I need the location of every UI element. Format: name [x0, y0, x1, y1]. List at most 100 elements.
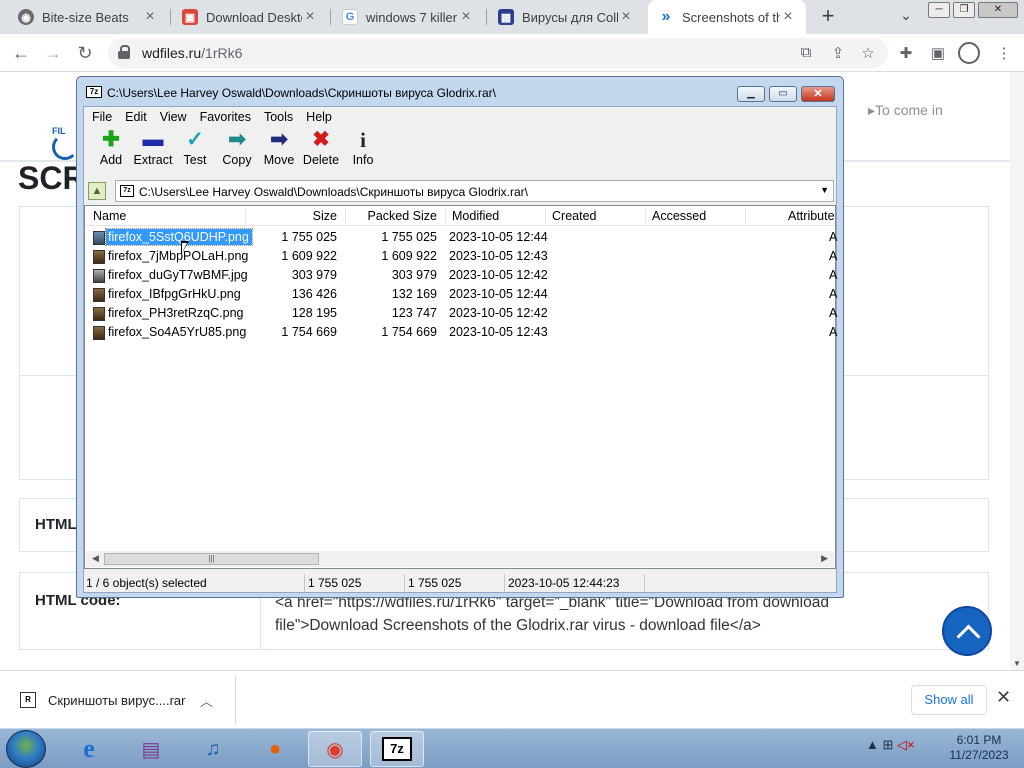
tab-bite-size-beats[interactable]: ◉ Bite-size Beats ×: [8, 0, 168, 34]
scroll-to-top-button[interactable]: [942, 606, 992, 656]
internet-explorer-icon[interactable]: e: [62, 731, 116, 767]
file-row[interactable]: firefox_PH3retRzqC.png 128 195 123 747 2…: [85, 304, 837, 323]
sevenzip-minimize-button[interactable]: ▁: [737, 86, 765, 102]
reload-icon[interactable]: ↻: [72, 40, 98, 66]
sevenzip-taskbar-item[interactable]: 7z: [370, 731, 424, 767]
start-button-windows-icon[interactable]: [6, 730, 46, 768]
winrar-icon[interactable]: ▤: [124, 731, 178, 767]
file-row[interactable]: firefox_So4A5YrU85.png 1 754 669 1 754 6…: [85, 323, 837, 342]
tab-viruses-collab[interactable]: ▦ Вирусы для Colla ×: [488, 0, 644, 34]
url-text: wdfiles.ru/1rRk6: [142, 45, 243, 61]
tab-windows-7-killer[interactable]: G windows 7 killer d ×: [332, 0, 484, 34]
firefox-icon[interactable]: ●: [248, 731, 302, 767]
chevron-up-icon[interactable]: ︿: [200, 691, 213, 710]
scroll-down-arrow-icon[interactable]: ▼: [1013, 659, 1021, 668]
menu-view[interactable]: View: [160, 110, 187, 124]
copy-button[interactable]: ➡ Copy: [216, 127, 258, 175]
profile-avatar-icon[interactable]: [958, 42, 980, 64]
column-size[interactable]: Size: [245, 209, 337, 225]
forward-arrow-icon[interactable]: →: [40, 40, 66, 66]
tab-search-chevron-icon[interactable]: ⌄: [896, 7, 916, 27]
tab-close-icon[interactable]: ×: [618, 8, 634, 26]
rar-file-icon: R: [20, 692, 36, 708]
dropdown-arrow-icon[interactable]: ▼: [820, 185, 829, 195]
delete-x-icon: ✖: [312, 128, 330, 151]
scroll-left-arrow-icon[interactable]: ◀: [92, 553, 99, 564]
move-button[interactable]: ➡ Move: [258, 127, 300, 175]
test-button[interactable]: ✓ Test: [174, 127, 216, 175]
download-item[interactable]: R Скриншоты вирус....rar ︿: [6, 675, 236, 725]
scroll-right-arrow-icon[interactable]: ▶: [821, 553, 828, 564]
side-panel-icon[interactable]: ▣: [928, 44, 948, 64]
bookmark-star-icon[interactable]: ☆: [858, 44, 878, 64]
hscroll-thumb[interactable]: |||: [104, 553, 319, 565]
more-menu-icon[interactable]: ⋮: [994, 44, 1014, 64]
tab-favicon-icon: ▣: [182, 9, 198, 25]
sevenzip-maximize-button[interactable]: ▭: [769, 86, 797, 102]
file-list-hscrollbar[interactable]: ◀ ||| ▶: [86, 551, 834, 567]
file-row[interactable]: firefox_7jMbpPOLaH.png 1 609 922 1 609 9…: [85, 247, 837, 266]
column-created[interactable]: Created: [552, 209, 596, 225]
share-icon[interactable]: ⇪: [828, 44, 848, 64]
extensions-puzzle-icon[interactable]: ✚: [896, 44, 916, 64]
column-name[interactable]: Name: [93, 209, 126, 225]
page-scrollbar[interactable]: ▼: [1010, 72, 1024, 670]
status-separator: [644, 574, 645, 592]
tray-expand-icon[interactable]: ▲: [866, 737, 879, 752]
column-separator[interactable]: [545, 208, 546, 224]
restore-window-button[interactable]: ❐: [953, 2, 975, 18]
tab-close-icon[interactable]: ×: [302, 8, 318, 26]
column-modified[interactable]: Modified: [452, 209, 499, 225]
column-accessed[interactable]: Accessed: [652, 209, 706, 225]
taskbar-clock[interactable]: 6:01 PM 11/27/2023: [944, 733, 1014, 763]
file-row-selected[interactable]: firefox_5SstQ6UDHP.png 1 755 025 1 755 0…: [85, 228, 837, 247]
file-packed-size: 1 609 922: [381, 249, 437, 263]
column-packed-size[interactable]: Packed Size: [345, 209, 437, 225]
menu-favorites[interactable]: Favorites: [200, 110, 251, 124]
tab-label: Вирусы для Colla: [522, 9, 618, 25]
minimize-window-button[interactable]: ─: [928, 2, 950, 18]
show-all-button[interactable]: Show all: [911, 685, 987, 715]
sevenzip-status-bar: 1 / 6 object(s) selected 1 755 025 1 755…: [84, 573, 836, 593]
file-row[interactable]: firefox_IBfpgGrHkU.png 136 426 132 169 2…: [85, 285, 837, 304]
address-bar[interactable]: wdfiles.ru/1rRk6 ⧉ ⇪ ☆: [108, 38, 888, 68]
close-downloads-icon[interactable]: ✕: [996, 687, 1011, 708]
delete-button[interactable]: ✖ Delete: [300, 127, 342, 175]
tab-label: Bite-size Beats: [42, 9, 129, 25]
new-tab-button[interactable]: +: [816, 5, 840, 29]
column-separator[interactable]: [745, 208, 746, 224]
tab-screenshots-active[interactable]: » Screenshots of th ×: [648, 0, 806, 34]
extract-button[interactable]: ▬ Extract: [132, 127, 174, 175]
itunes-music-icon[interactable]: ♫: [186, 731, 240, 767]
translate-icon[interactable]: ⧉: [796, 44, 816, 64]
menu-help[interactable]: Help: [306, 110, 332, 124]
lock-icon[interactable]: [118, 45, 130, 59]
path-combobox[interactable]: 7z C:\Users\Lee Harvey Oswald\Downloads\…: [115, 180, 834, 202]
sevenzip-close-button[interactable]: ✕: [801, 86, 835, 102]
volume-muted-icon[interactable]: ◁×: [897, 737, 915, 752]
column-separator[interactable]: [645, 208, 646, 224]
info-button[interactable]: i Info: [342, 127, 384, 175]
network-icon[interactable]: ⊞: [883, 737, 894, 752]
sevenzip-titlebar[interactable]: 7z C:\Users\Lee Harvey Oswald\Downloads\…: [77, 77, 843, 105]
chrome-icon[interactable]: ◉: [308, 731, 362, 767]
downloads-bar: R Скриншоты вирус....rar ︿ Show all ✕: [0, 670, 1024, 728]
menu-tools[interactable]: Tools: [264, 110, 293, 124]
menu-edit[interactable]: Edit: [125, 110, 147, 124]
tab-close-icon[interactable]: ×: [458, 8, 474, 26]
back-arrow-icon[interactable]: ←: [8, 40, 34, 66]
column-separator[interactable]: [445, 208, 446, 224]
tool-label: Extract: [133, 153, 173, 167]
tab-download-desktop[interactable]: ▣ Download Deskto ×: [172, 0, 328, 34]
folder-up-icon[interactable]: ▲: [88, 182, 106, 200]
tab-label: windows 7 killer d: [366, 9, 458, 25]
login-link[interactable]: ▸To come in: [868, 102, 943, 119]
menu-file[interactable]: File: [92, 110, 112, 124]
add-button[interactable]: ✚ Add: [90, 127, 132, 175]
sevenzip-app-icon: 7z: [86, 86, 102, 98]
tab-close-icon[interactable]: ×: [780, 8, 796, 26]
close-window-button[interactable]: ✕: [978, 2, 1018, 18]
tab-close-icon[interactable]: ×: [142, 8, 158, 26]
column-attributes[interactable]: Attribute: [788, 209, 835, 225]
file-row[interactable]: firefox_duGyT7wBMF.jpg 303 979 303 979 2…: [85, 266, 837, 285]
